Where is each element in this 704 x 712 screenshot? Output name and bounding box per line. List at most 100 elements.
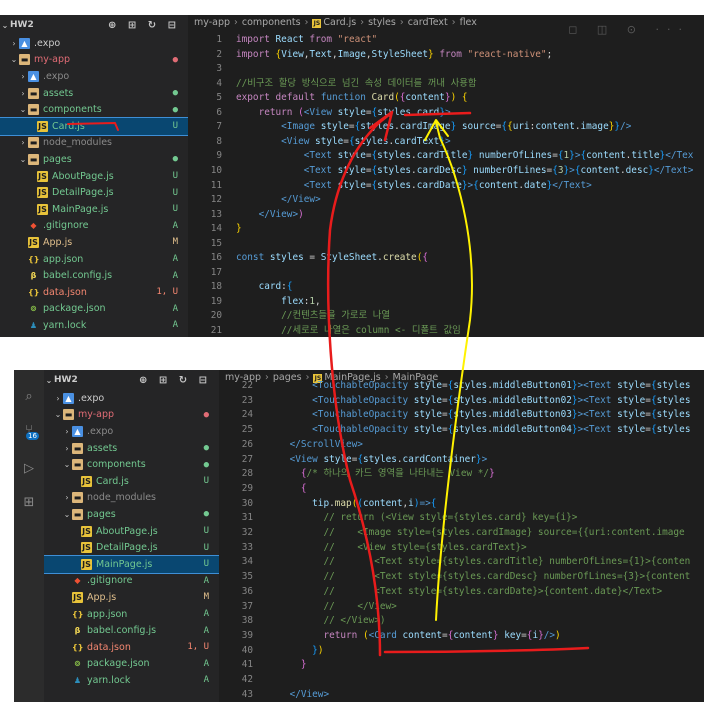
tree-item[interactable]: › ▬ node_modules	[44, 490, 219, 507]
chevron-right-icon: ›	[448, 17, 459, 28]
explorer-root-header[interactable]: ⌄ HW2 ⊕ ⊞ ↻ ⊟	[44, 372, 219, 388]
tree-item-label: Card.js	[52, 120, 85, 132]
run-debug-icon[interactable]: ▷	[22, 462, 36, 476]
tree-item[interactable]: ⊚ package.json A	[0, 301, 188, 318]
code-line[interactable]: 39 return (<Card content={content} key={…	[219, 628, 704, 644]
tree-item[interactable]: JS AboutPage.js U	[0, 168, 188, 185]
code-line[interactable]: 34 // <Text style={styles.cardTitle} num…	[219, 554, 704, 570]
breadcrumb-item[interactable]: Card.js	[323, 17, 356, 28]
tree-item[interactable]: ⊚ package.json A	[44, 656, 219, 673]
search-icon[interactable]: ⌕	[22, 390, 36, 404]
breadcrumb-item[interactable]: flex	[460, 17, 477, 28]
code-line[interactable]: 31 // return (<View style={styles.card} …	[219, 510, 704, 526]
tree-item-label: pages	[87, 508, 116, 520]
tree-item[interactable]: ⌄ ▬ components ●	[44, 456, 219, 473]
code-text: // return (<View style={styles.card} key…	[323, 512, 578, 524]
json-file-icon: {}	[72, 642, 84, 652]
code-line[interactable]: 36 // <Text style={styles.cardDate}>{con…	[219, 584, 704, 600]
code-line[interactable]: 21 //세로로 나열은 column <- 디폴트 값임	[188, 323, 704, 337]
code-line[interactable]: 33 // <View style={styles.cardText}>	[219, 540, 704, 556]
folder-icon: ▬	[28, 137, 39, 149]
tree-item[interactable]: JS AboutPage.js U	[44, 523, 219, 540]
git-status-badge: ●	[203, 443, 209, 454]
babel-icon: β	[74, 626, 81, 636]
tree-item[interactable]: ♟ yarn.lock A	[44, 672, 219, 689]
code-line[interactable]: 30 tip.map((content,i)=>{	[219, 496, 704, 512]
code-text: // <Text style={styles.cardDate}>{conten…	[323, 585, 663, 597]
breadcrumb-item[interactable]: cardText	[408, 17, 448, 28]
tree-item[interactable]: › ▲ .expo	[44, 423, 219, 440]
code-line[interactable]: 40 })	[219, 643, 704, 659]
extensions-icon[interactable]: ⊞	[22, 496, 36, 510]
code-line[interactable]: 22 <TouchableOpacity style={styles.middl…	[219, 378, 704, 394]
tree-item[interactable]: JS Card.js U	[44, 473, 219, 490]
code-line[interactable]: 23 <TouchableOpacity style={styles.middl…	[219, 393, 704, 409]
code-line[interactable]: 24 <TouchableOpacity style={styles.middl…	[219, 407, 704, 423]
code-line[interactable]: 35 // <Text style={styles.cardDesc} numb…	[219, 569, 704, 585]
tree-item[interactable]: JS DetailPage.js U	[44, 539, 219, 556]
code-line[interactable]: 26 </ScrollView>	[219, 437, 704, 453]
code-line[interactable]: 41 }	[219, 657, 704, 673]
tree-item[interactable]: › ▬ assets ●	[44, 440, 219, 457]
tree-item[interactable]: {} app.json A	[0, 251, 188, 268]
tree-item[interactable]: ⌄ ▬ components ●	[0, 101, 188, 118]
tree-item[interactable]: JS DetailPage.js U	[0, 184, 188, 201]
code-line[interactable]: 43 </View>	[219, 687, 704, 702]
code-line[interactable]: 25 <TouchableOpacity style={styles.middl…	[219, 422, 704, 438]
explorer-root-label: HW2	[54, 375, 78, 385]
line-number: 39	[241, 629, 253, 641]
tree-item[interactable]: ⌄ ▬ pages ●	[44, 506, 219, 523]
breadcrumb[interactable]: my-app › components › JS Card.js › styles…	[194, 15, 477, 31]
tree-item[interactable]: › ▬ node_modules	[0, 135, 188, 152]
tree-item[interactable]: ◆ .gitignore A	[44, 573, 219, 590]
tree-item[interactable]: β babel.config.js A	[0, 267, 188, 284]
tree-item[interactable]: JS App.js M	[44, 589, 219, 606]
tree-item[interactable]: JS Card.js U	[0, 117, 188, 136]
tree-item-label: DetailPage.js	[96, 542, 158, 554]
breadcrumb-item[interactable]: styles	[368, 17, 396, 28]
tree-item[interactable]: ⌄ ▬ pages ●	[0, 151, 188, 168]
code-line[interactable]: 37 // </View>	[219, 599, 704, 615]
code-line[interactable]: 29 {	[219, 481, 704, 497]
chevron-down-icon: ⌄	[54, 410, 62, 420]
tree-item[interactable]: β babel.config.js A	[44, 622, 219, 639]
tree-item[interactable]: ⌄ ▬ my-app ●	[0, 52, 188, 69]
line-number: 27	[241, 453, 253, 465]
tree-item[interactable]: › ▬ assets ●	[0, 85, 188, 102]
tree-item[interactable]: {} app.json A	[44, 606, 219, 623]
tree-item[interactable]: JS App.js M	[0, 234, 188, 251]
tree-item[interactable]: ♟ yarn.lock A	[0, 317, 188, 334]
tree-item-label: yarn.lock	[87, 674, 131, 686]
explorer-root-header[interactable]: ⌄ HW2 ⊕ ⊞ ↻ ⊟	[0, 17, 188, 33]
code-line[interactable]: 27 <View style={styles.cardContainer}>	[219, 452, 704, 468]
code-line[interactable]: 42	[219, 672, 704, 688]
explorer-actions-icon[interactable]: ⊕ ⊞ ↻ ⊟	[139, 375, 211, 386]
explorer-actions-icon[interactable]: ⊕ ⊞ ↻ ⊟	[108, 20, 180, 31]
tree-item-label: AboutPage.js	[52, 170, 114, 182]
code-editor[interactable]: my-app › pages › JS MainPage.js › MainPag…	[219, 370, 704, 702]
chevron-down-icon: ⌄	[45, 375, 53, 385]
tree-item-label: DetailPage.js	[52, 187, 114, 199]
tree-item[interactable]: › ▲ .expo	[0, 35, 188, 52]
tree-item[interactable]: JS MainPage.js U	[44, 555, 219, 574]
tree-item[interactable]: ◆ .gitignore A	[0, 218, 188, 235]
chevron-right-icon: ›	[56, 393, 60, 403]
breadcrumb-item[interactable]: components	[242, 17, 301, 28]
breadcrumb-item[interactable]: my-app	[194, 17, 230, 28]
tree-item[interactable]: › ▲ .expo	[0, 68, 188, 85]
code-line[interactable]: 44	[219, 701, 704, 702]
tree-item[interactable]: {} data.json 1, U	[44, 639, 219, 656]
code-editor[interactable]: my-app › components › JS Card.js › styles…	[188, 15, 704, 337]
git-status-badge: A	[203, 575, 209, 586]
code-line[interactable]: 32 // <Image style={styles.cardImage} so…	[219, 525, 704, 541]
git-status-badge: A	[172, 270, 178, 281]
tree-item[interactable]: ⌄ ▬ my-app ●	[44, 407, 219, 424]
tree-item[interactable]: {} data.json 1, U	[0, 284, 188, 301]
explorer-sidebar: ⌄ HW2 ⊕ ⊞ ↻ ⊟ › ▲ .expo ⌄ ▬ my-app ● › ▲ .expo › ▬ a…	[44, 370, 219, 702]
code-line[interactable]: 28 {/* 하나의 카드 영역을 나타내는 View */}	[219, 466, 704, 482]
chevron-right-icon: ›	[21, 71, 25, 81]
tree-item[interactable]: JS MainPage.js U	[0, 201, 188, 218]
code-line[interactable]: 38 // </View>)	[219, 613, 704, 629]
folder-icon: ▬	[72, 492, 83, 504]
tree-item[interactable]: › ▲ .expo	[44, 390, 219, 407]
